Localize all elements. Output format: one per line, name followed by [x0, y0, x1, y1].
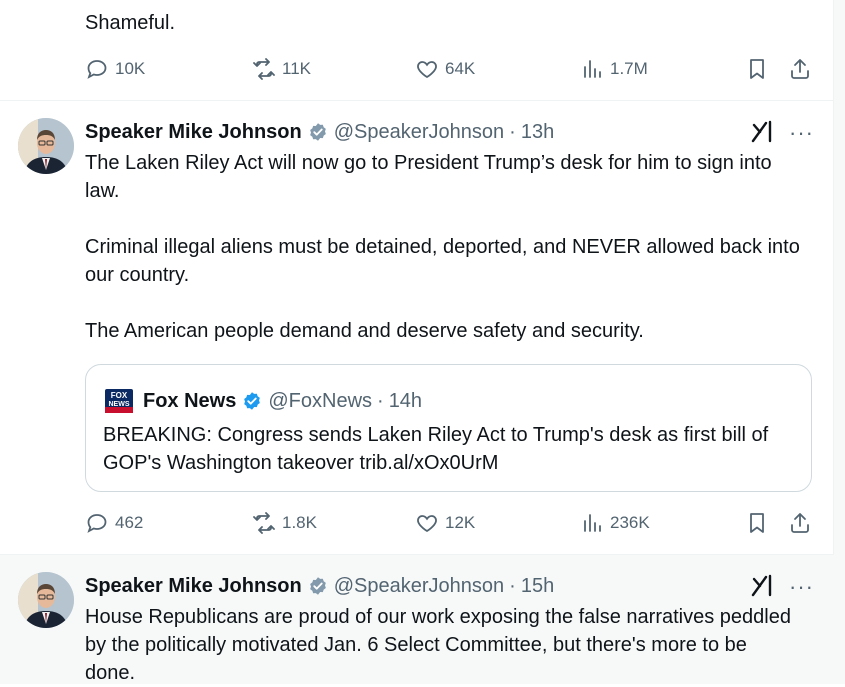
share-button[interactable] [788, 509, 818, 537]
views-count: 236K [610, 513, 650, 532]
tweet-speaker-johnson-2[interactable]: Speaker Mike Johnson @SpeakerJohnson · 1… [0, 555, 834, 684]
quoted-tweet-header: FOX NEWS Fox News @FoxNews · 14h [103, 385, 422, 417]
quoted-tweet-text: BREAKING: Congress sends Laken Riley Act… [103, 424, 769, 474]
like-count: 12K [445, 513, 476, 532]
tweet-header: Speaker Mike Johnson @SpeakerJohnson · 1… [85, 574, 554, 598]
like-button[interactable]: 64K [415, 55, 475, 83]
tweet-paragraph: The American people demand and deserve s… [85, 320, 644, 342]
avatar[interactable] [18, 118, 74, 174]
separator-dot: · [509, 575, 516, 597]
author-handle[interactable]: @SpeakerJohnson [334, 574, 504, 598]
reply-button[interactable]: 10K [85, 55, 145, 83]
tweet-paragraph: The Laken Riley Act will now go to Presi… [85, 152, 772, 202]
svg-text:NEWS: NEWS [109, 401, 130, 408]
reply-icon [87, 60, 107, 79]
tweet-actions: 10K 11K 64K 1.7M [85, 55, 815, 83]
reply-icon [87, 514, 107, 533]
verified-badge-icon [244, 392, 261, 410]
svg-text:FOX: FOX [111, 391, 128, 400]
bookmark-icon [750, 59, 764, 79]
repost-count: 1.8K [282, 513, 317, 532]
avatar[interactable] [18, 572, 74, 628]
scrollbar-track[interactable] [833, 0, 845, 684]
tweet-actions: 462 1.8K 12K 236K [85, 509, 815, 537]
author-name[interactable]: Speaker Mike Johnson [85, 574, 302, 598]
grok-icon[interactable] [750, 573, 776, 599]
reply-button[interactable]: 462 [85, 509, 143, 537]
timestamp[interactable]: 13h [521, 120, 554, 144]
quoted-timestamp[interactable]: 14h [389, 389, 422, 413]
reply-count: 462 [115, 513, 144, 532]
views-count: 1.7M [610, 59, 648, 78]
repost-button[interactable]: 1.8K [252, 509, 317, 537]
views-icon [584, 514, 601, 532]
like-count: 64K [445, 59, 476, 78]
tweet-text: House Republicans are proud of our work … [85, 603, 800, 687]
repost-count: 11K [282, 59, 311, 78]
separator-dot: · [377, 390, 384, 412]
tweet-paragraph: Criminal illegal aliens must be detained… [85, 236, 800, 286]
tweet-text: The Laken Riley Act will now go to Presi… [85, 149, 805, 345]
quoted-author-name[interactable]: Fox News [143, 389, 236, 413]
tweet-top[interactable]: Shameful. 10K 11K 64K 1.7M [0, 0, 834, 100]
author-name[interactable]: Speaker Mike Johnson [85, 120, 302, 144]
reply-count: 10K [115, 59, 146, 78]
like-button[interactable]: 12K [415, 509, 475, 537]
quoted-author-handle[interactable]: @FoxNews [268, 389, 372, 413]
bookmark-icon [750, 513, 764, 533]
timestamp[interactable]: 15h [521, 574, 554, 598]
views-icon [584, 60, 601, 78]
bookmark-button[interactable] [745, 509, 775, 537]
share-icon [791, 59, 809, 79]
tweet-header: Speaker Mike Johnson @SpeakerJohnson · 1… [85, 120, 554, 144]
more-options-icon[interactable]: ··· [789, 122, 815, 147]
fox-news-logo[interactable]: FOX NEWS [103, 385, 135, 417]
bookmark-button[interactable] [745, 55, 775, 83]
tweet-text-line: Shameful. [85, 12, 176, 34]
verified-badge-icon [309, 577, 326, 595]
repost-icon [253, 512, 275, 534]
separator-dot: · [509, 121, 516, 143]
share-button[interactable] [788, 55, 818, 83]
repost-icon [253, 58, 275, 80]
views-button[interactable]: 1.7M [580, 55, 648, 83]
more-options-icon[interactable]: ··· [789, 576, 815, 601]
heart-icon [417, 61, 437, 79]
quoted-tweet-card[interactable]: FOX NEWS Fox News @FoxNews · 14h BREAKIN… [85, 364, 812, 492]
author-handle[interactable]: @SpeakerJohnson [334, 120, 504, 144]
verified-badge-icon [309, 123, 326, 141]
heart-icon [417, 515, 437, 533]
repost-button[interactable]: 11K [252, 55, 311, 83]
tweet-paragraph: House Republicans are proud of our work … [85, 606, 791, 684]
share-icon [791, 513, 809, 533]
tweet-text: Shameful. [85, 9, 805, 37]
views-button[interactable]: 236K [580, 509, 650, 537]
grok-icon[interactable] [750, 119, 776, 145]
